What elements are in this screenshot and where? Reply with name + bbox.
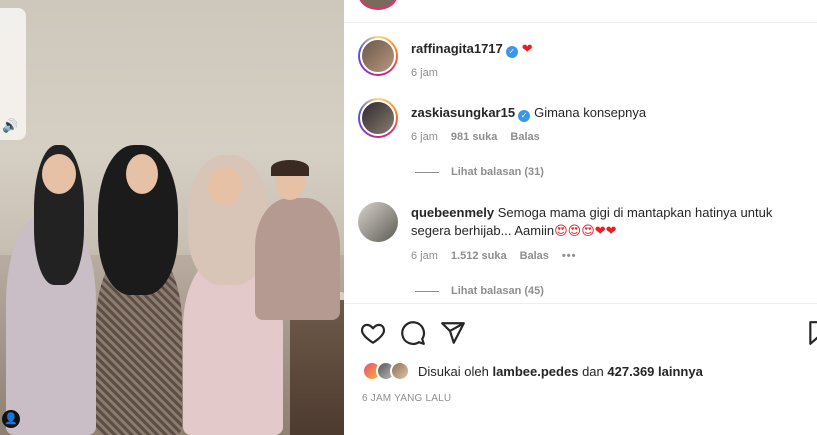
comment-item: raffinagita1717 ✓ ❤ 6 jam xyxy=(358,36,808,86)
comment-icon[interactable] xyxy=(400,320,426,346)
comments-panel: raffinagita1717 ✓ ❤ 6 jam zaskiasungkar15 ✓… xyxy=(344,0,817,303)
likes-text: Disukai oleh lambee.pedes dan 427.369 la… xyxy=(418,364,703,379)
avatar[interactable] xyxy=(358,36,398,76)
view-replies-button[interactable]: Lihat balasan (45) xyxy=(415,285,544,297)
comment-username[interactable]: zaskiasungkar15 xyxy=(411,105,515,120)
comment-username[interactable]: raffinagita1717 xyxy=(411,41,503,56)
replies-line xyxy=(415,171,439,173)
photo-person-1 xyxy=(6,140,96,435)
likes-summary[interactable]: Disukai oleh lambee.pedes dan 427.369 la… xyxy=(362,361,703,381)
verified-badge-icon: ✓ xyxy=(518,110,531,122)
photo-shelf xyxy=(290,300,344,435)
view-replies-label: Lihat balasan (45) xyxy=(451,285,544,297)
liker-avatar xyxy=(390,361,410,381)
comment-likes[interactable]: 1.512 suka xyxy=(451,250,507,262)
comment-time[interactable]: 6 jam xyxy=(411,131,438,143)
comment-emoji: 😍😍😍❤❤ xyxy=(554,223,617,238)
comment-item: quebeenmely Semoga mama gigi di mantapka… xyxy=(358,202,808,272)
tagged-users-icon[interactable]: 👤 xyxy=(2,410,20,428)
photo-person-4 xyxy=(255,160,340,320)
reply-button[interactable]: Balas xyxy=(520,250,549,262)
comment-likes[interactable]: 981 suka xyxy=(451,131,497,143)
post-timestamp[interactable]: 6 JAM YANG LALU xyxy=(362,393,451,404)
likes-count[interactable]: 427.369 lainnya xyxy=(607,364,702,379)
previous-comment-avatar[interactable] xyxy=(358,0,398,10)
divider xyxy=(344,22,817,23)
more-options-icon[interactable]: ••• xyxy=(562,250,577,262)
liker-username[interactable]: lambee.pedes xyxy=(492,364,578,379)
volume-icon[interactable]: 🔊 xyxy=(2,118,18,134)
comment-time[interactable]: 6 jam xyxy=(411,250,438,262)
comment-username[interactable]: quebeenmely xyxy=(411,205,494,220)
likes-prefix: Disukai oleh xyxy=(418,363,489,379)
avatar[interactable] xyxy=(358,202,398,242)
share-icon[interactable] xyxy=(440,320,466,346)
likes-conj: dan xyxy=(582,363,604,379)
comment-text: Gimana konsepnya xyxy=(534,105,647,120)
view-replies-label: Lihat balasan (31) xyxy=(451,166,544,178)
bookmark-icon[interactable] xyxy=(806,320,817,346)
heart-emoji: ❤ xyxy=(521,41,533,56)
view-replies-button[interactable]: Lihat balasan (31) xyxy=(415,166,544,178)
comment-item: zaskiasungkar15 ✓ Gimana konsepnya 6 jam 9… xyxy=(358,98,808,148)
replies-line xyxy=(415,290,439,292)
heart-icon[interactable] xyxy=(360,320,386,346)
post-actions: Disukai oleh lambee.pedes dan 427.369 la… xyxy=(344,304,817,435)
photo-person-2 xyxy=(88,140,188,435)
comment-time[interactable]: 6 jam xyxy=(411,67,438,79)
post-photo[interactable]: 🔊 👤 xyxy=(0,0,344,435)
volume-chip[interactable]: 🔊 xyxy=(0,8,26,140)
reply-button[interactable]: Balas xyxy=(510,131,539,143)
verified-badge-icon: ✓ xyxy=(505,46,518,58)
avatar[interactable] xyxy=(358,98,398,138)
